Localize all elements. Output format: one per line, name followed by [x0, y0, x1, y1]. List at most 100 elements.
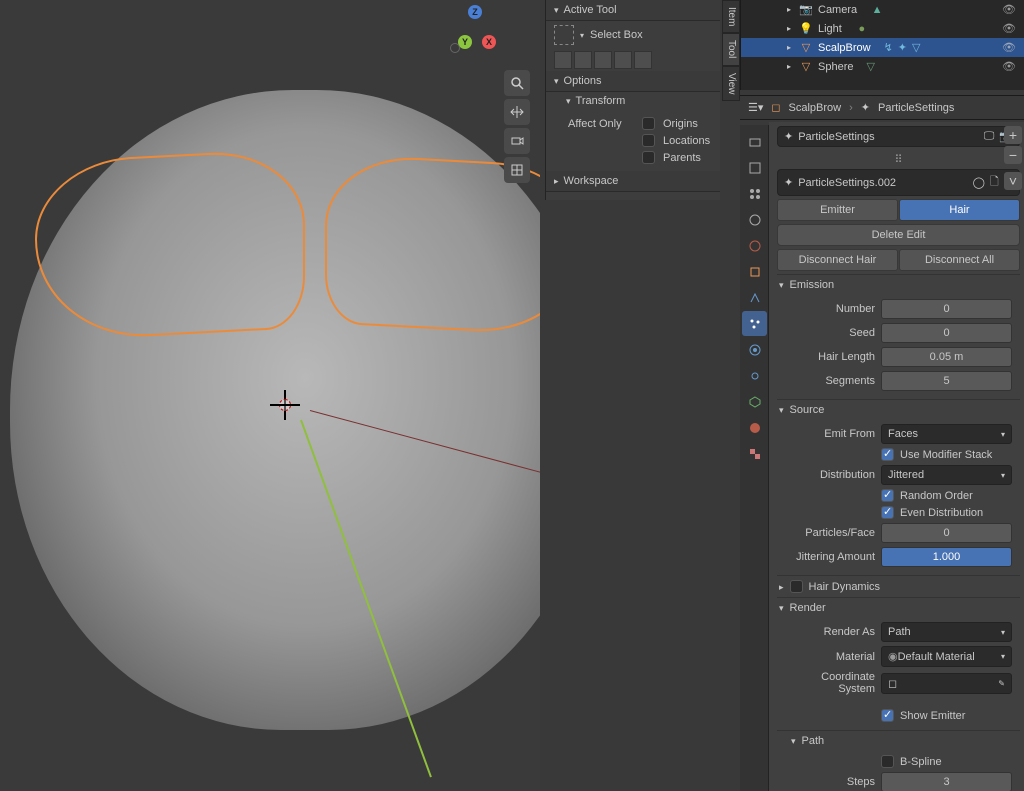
outliner-row-light[interactable]: ▸ 💡 Light ● 👁: [741, 19, 1024, 38]
disconnect-hair-button[interactable]: Disconnect Hair: [777, 249, 898, 271]
side-tab-item[interactable]: Item: [722, 0, 740, 33]
steps-label: Steps: [785, 776, 875, 788]
emitter-button[interactable]: Emitter: [777, 199, 898, 221]
render-as-select[interactable]: Path▾: [881, 622, 1012, 642]
path-header[interactable]: Path: [777, 730, 1020, 751]
outliner-row-scalpbrow[interactable]: ▸ ▽ ScalpBrow ↯ ✦ ▽ 👁: [741, 38, 1024, 57]
gizmo-z-axis[interactable]: Z: [468, 5, 482, 19]
select-mode-icons[interactable]: [546, 49, 720, 71]
prop-tab-render[interactable]: [742, 129, 767, 154]
select-box-icon[interactable]: [554, 25, 574, 45]
particle-settings-datablock[interactable]: ✦ ParticleSettings.002 ◯ 🗋 ✕: [777, 169, 1020, 196]
render-header[interactable]: Render: [777, 597, 1020, 618]
particle-slot-label: ParticleSettings: [798, 131, 874, 143]
workspace-header[interactable]: Workspace: [546, 171, 720, 192]
dropdown-caret-icon[interactable]: ▾: [580, 31, 584, 40]
remove-particle-system-button[interactable]: −: [1004, 146, 1022, 164]
jittering-label: Jittering Amount: [785, 551, 875, 563]
gizmo-x-axis[interactable]: X: [482, 35, 496, 49]
transform-header[interactable]: Transform: [546, 92, 720, 110]
steps-field[interactable]: 3: [881, 772, 1012, 791]
datapath-object[interactable]: ScalpBrow: [789, 102, 842, 114]
editor-type-icon[interactable]: ☰▾: [748, 101, 763, 114]
camera-view-icon[interactable]: [504, 128, 530, 154]
list-grip-icon[interactable]: ⠿: [777, 150, 1020, 169]
hair-dynamics-checkbox[interactable]: [790, 580, 803, 593]
fake-user-icon[interactable]: ◯: [973, 176, 985, 189]
options-header[interactable]: Options: [546, 71, 720, 92]
side-tab-tool[interactable]: Tool: [722, 33, 740, 65]
prop-tab-particles[interactable]: [742, 311, 767, 336]
origins-checkbox[interactable]: [642, 117, 655, 130]
gizmo-y-axis[interactable]: Y: [458, 35, 472, 49]
light-data-icon[interactable]: ●: [855, 22, 869, 36]
random-order-checkbox[interactable]: [881, 489, 894, 502]
visibility-icon[interactable]: 👁: [1002, 3, 1016, 16]
prop-tab-world[interactable]: [742, 233, 767, 258]
bspline-checkbox[interactable]: [881, 755, 894, 768]
modifier-icon[interactable]: ↯: [884, 41, 893, 54]
prop-tab-mesh[interactable]: [742, 389, 767, 414]
visibility-icon[interactable]: 👁: [1002, 22, 1016, 35]
gizmo-neg-axis[interactable]: [450, 43, 460, 53]
emit-from-select[interactable]: Faces▾: [881, 424, 1012, 444]
locations-checkbox[interactable]: [642, 134, 655, 147]
visibility-icon[interactable]: 👁: [1002, 60, 1016, 73]
parents-checkbox[interactable]: [642, 151, 655, 164]
camera-data-icon[interactable]: ▲: [870, 3, 884, 17]
specials-menu-button[interactable]: ˅: [1004, 172, 1022, 190]
3d-viewport[interactable]: Z Y X: [0, 0, 540, 791]
visibility-icon[interactable]: 👁: [1002, 41, 1016, 54]
prop-tab-viewlayer[interactable]: [742, 181, 767, 206]
emission-header[interactable]: Emission: [777, 274, 1020, 295]
expand-icon[interactable]: ▸: [784, 5, 794, 14]
prop-tab-constraints[interactable]: [742, 363, 767, 388]
side-tab-view[interactable]: View: [722, 66, 740, 102]
zoom-icon[interactable]: [504, 70, 530, 96]
display-icon[interactable]: 🖵: [984, 130, 995, 143]
particles-face-field[interactable]: 0: [881, 523, 1012, 543]
particle-icon[interactable]: ✦: [898, 41, 907, 54]
prop-tab-material[interactable]: [742, 415, 767, 440]
outliner-panel: ▸ 📷 Camera ▲ 👁 ▸ 💡 Light ● 👁 ▸ ▽ ScalpBr…: [740, 0, 1024, 90]
seed-field[interactable]: 0: [881, 323, 1012, 343]
use-modifier-checkbox[interactable]: [881, 448, 894, 461]
selection-outline-left: [35, 148, 305, 342]
even-distribution-checkbox[interactable]: [881, 506, 894, 519]
show-emitter-checkbox[interactable]: [881, 709, 894, 722]
mesh-data-icon[interactable]: ▽: [912, 41, 920, 54]
active-tool-header[interactable]: Active Tool: [546, 0, 720, 21]
hair-length-field[interactable]: 0.05 m: [881, 347, 1012, 367]
pan-icon[interactable]: [504, 99, 530, 125]
coord-system-select[interactable]: ◻✎: [881, 673, 1012, 694]
hair-button[interactable]: Hair: [899, 199, 1020, 221]
segments-field[interactable]: 5: [881, 371, 1012, 391]
perspective-toggle-icon[interactable]: [504, 157, 530, 183]
prop-tab-output[interactable]: [742, 155, 767, 180]
disconnect-all-button[interactable]: Disconnect All: [899, 249, 1020, 271]
material-select[interactable]: ◉ Default Material▾: [881, 646, 1012, 667]
outliner-row-sphere[interactable]: ▸ ▽ Sphere ▽ 👁: [741, 57, 1024, 76]
jittering-field[interactable]: 1.000: [881, 547, 1012, 567]
expand-icon[interactable]: ▸: [784, 43, 794, 52]
prop-tab-texture[interactable]: [742, 441, 767, 466]
prop-tab-scene[interactable]: [742, 207, 767, 232]
particle-system-slot[interactable]: ✦ ParticleSettings 🖵 📷: [777, 126, 1020, 147]
use-modifier-label: Use Modifier Stack: [900, 449, 992, 461]
mesh-data-icon[interactable]: ▽: [866, 60, 874, 73]
hair-dynamics-header[interactable]: Hair Dynamics: [777, 575, 1020, 597]
outliner-row-camera[interactable]: ▸ 📷 Camera ▲ 👁: [741, 0, 1024, 19]
prop-tab-object[interactable]: [742, 259, 767, 284]
number-field[interactable]: 0: [881, 299, 1012, 319]
expand-icon[interactable]: ▸: [784, 24, 794, 33]
navigation-gizmo[interactable]: Z Y X: [450, 5, 500, 55]
prop-tab-physics[interactable]: [742, 337, 767, 362]
new-icon[interactable]: 🗋: [990, 173, 999, 192]
datapath-particle[interactable]: ParticleSettings: [878, 102, 954, 114]
expand-icon[interactable]: ▸: [784, 62, 794, 71]
delete-edit-button[interactable]: Delete Edit: [777, 224, 1020, 246]
source-header[interactable]: Source: [777, 399, 1020, 420]
distribution-select[interactable]: Jittered▾: [881, 465, 1012, 485]
prop-tab-modifier[interactable]: [742, 285, 767, 310]
add-particle-system-button[interactable]: +: [1004, 126, 1022, 144]
